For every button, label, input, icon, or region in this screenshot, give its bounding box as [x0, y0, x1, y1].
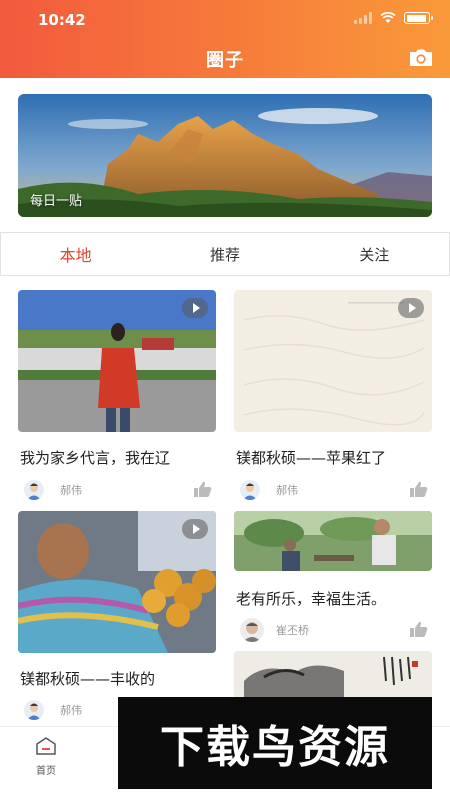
post-card[interactable]: 老有所乐，幸福生活。 崔丕桥	[234, 511, 432, 646]
play-icon	[182, 519, 208, 539]
banner-caption: 每日一贴	[30, 194, 83, 209]
avatar	[240, 480, 260, 500]
post-title: 我为家乡代言，我在辽	[20, 449, 171, 467]
status-icons	[354, 12, 433, 24]
post-thumbnail[interactable]	[234, 651, 432, 701]
tab-recommended[interactable]: 推荐	[150, 244, 299, 265]
play-icon	[398, 298, 424, 318]
daily-post-banner[interactable]: 每日一贴	[18, 94, 432, 217]
signal-icon	[354, 12, 372, 24]
post-title: 老有所乐，幸福生活。	[236, 590, 387, 608]
home-icon	[36, 737, 56, 755]
post-thumbnail[interactable]	[18, 290, 216, 432]
play-icon	[182, 298, 208, 318]
post-card[interactable]	[234, 651, 432, 701]
post-thumbnail[interactable]	[234, 511, 432, 571]
post-thumbnail[interactable]	[18, 511, 216, 653]
watermark-banner: 下载鸟资源	[118, 697, 432, 789]
post-author: 郝伟	[240, 480, 298, 500]
nav-home[interactable]: 首页	[30, 737, 62, 777]
post-author: 崔丕桥	[240, 618, 309, 642]
post-author: 郝伟	[24, 700, 82, 720]
watermark-text: 下载鸟资源	[160, 722, 390, 773]
tab-local[interactable]: 本地	[1, 242, 150, 266]
author-name: 崔丕桥	[276, 624, 309, 637]
status-bar: 10:42	[0, 0, 450, 38]
thumbs-up-icon[interactable]	[410, 481, 428, 497]
thumbs-up-icon[interactable]	[194, 481, 212, 497]
post-thumbnail[interactable]	[234, 290, 432, 432]
camera-icon[interactable]	[408, 48, 434, 68]
tab-following[interactable]: 关注	[300, 244, 449, 265]
avatar	[240, 618, 264, 642]
post-author: 郝伟	[24, 480, 82, 500]
app-header: 10:42 圈子	[0, 0, 450, 78]
author-name: 郝伟	[60, 484, 82, 497]
page-title: 圈子	[206, 50, 244, 71]
author-name: 郝伟	[276, 484, 298, 497]
post-card[interactable]: 镁都秋硕——丰收的 郝伟	[18, 511, 216, 726]
status-time: 10:42	[38, 11, 86, 29]
thumbs-up-icon[interactable]	[410, 621, 428, 637]
post-card[interactable]: 镁都秋硕——苹果红了 郝伟	[234, 290, 432, 505]
wifi-icon	[380, 12, 396, 23]
post-card[interactable]: 我为家乡代言，我在辽 郝伟	[18, 290, 216, 505]
post-title: 镁都秋硕——苹果红了	[236, 449, 387, 467]
avatar	[24, 480, 44, 500]
author-name: 郝伟	[60, 704, 82, 717]
feed-tabs: 本地 推荐 关注	[0, 232, 450, 276]
nav-home-label: 首页	[36, 766, 56, 777]
battery-icon	[404, 12, 433, 24]
avatar	[24, 700, 44, 720]
post-title: 镁都秋硕——丰收的	[20, 670, 156, 688]
